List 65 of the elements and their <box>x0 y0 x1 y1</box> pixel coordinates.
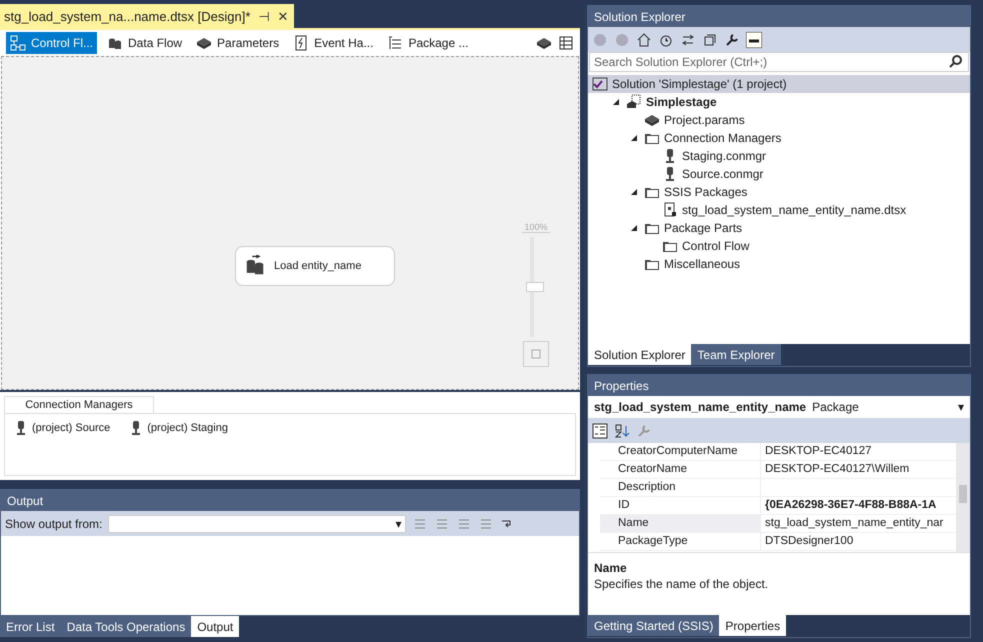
panel-tab[interactable]: Getting Started (SSIS) <box>588 615 720 636</box>
panel-tab[interactable]: Properties <box>719 615 786 636</box>
categorized-icon <box>592 422 608 438</box>
project-icon <box>626 94 642 110</box>
tree-item[interactable]: Solution 'Simplestage' (1 project) <box>588 75 970 93</box>
designer-tab[interactable]: Event Ha... <box>289 32 378 54</box>
designer-tab[interactable]: Parameters <box>192 32 284 54</box>
wrench-icon <box>724 32 740 48</box>
search-field[interactable]: Search Solution Explorer (Ctrl+;) <box>589 52 969 72</box>
panel-title-bar: Properties <box>588 375 970 396</box>
zoom-thumb[interactable] <box>526 282 544 292</box>
fit-view-button[interactable] <box>523 341 549 367</box>
tree-item[interactable]: SSIS Packages <box>588 183 970 201</box>
description-text: Specifies the name of the object. <box>594 577 770 591</box>
panel-tab[interactable]: Data Tools Operations <box>60 616 192 637</box>
close-button[interactable]: ✕ <box>277 8 288 24</box>
designer-tab[interactable]: Control Fl... <box>6 32 98 54</box>
designer-tab[interactable]: Data Flow <box>103 32 186 54</box>
preview-icon <box>746 32 762 48</box>
object-selector[interactable]: stg_load_system_name_entity_name Package ▾ <box>588 396 970 418</box>
tree-item[interactable]: Miscellaneous <box>588 255 970 273</box>
tree-item[interactable]: stg_load_system_name_entity_name.dtsx <box>588 201 970 219</box>
collapse-icon <box>702 32 718 48</box>
panel-tab[interactable]: Solution Explorer <box>588 344 692 365</box>
home-icon <box>636 32 652 48</box>
show-output-label: Show output from: <box>5 516 102 530</box>
box-icon <box>196 35 212 51</box>
box-icon <box>536 35 552 51</box>
panel-title-bar: Solution Explorer <box>588 6 970 27</box>
connection-item[interactable]: (project) Staging <box>128 420 228 436</box>
package-file-icon <box>662 202 678 218</box>
flow-diagram-icon <box>10 35 26 51</box>
sync-icon <box>680 32 696 48</box>
sort-az-icon <box>614 422 630 438</box>
panel-title-bar: Output <box>1 490 579 511</box>
pin-button[interactable]: ⊣ <box>258 8 270 24</box>
output-source-dropdown[interactable]: ▾ <box>108 514 406 532</box>
panel-tab[interactable]: Output <box>191 616 240 637</box>
tree-item[interactable]: Package Parts <box>588 219 970 237</box>
box-icon <box>644 112 660 128</box>
search-icon <box>948 54 964 70</box>
connection-item[interactable]: (project) Source <box>13 420 110 436</box>
tree-item[interactable]: Control Flow <box>588 237 970 255</box>
tree-item[interactable]: Connection Managers <box>588 129 970 147</box>
panel-tab[interactable]: Error List <box>0 616 61 637</box>
scrollbar[interactable] <box>956 443 970 552</box>
description-title: Name <box>594 561 628 575</box>
zoom-label: 100% <box>522 222 550 233</box>
tree-item[interactable]: Project.params <box>588 111 970 129</box>
forward-icon <box>614 32 630 48</box>
task-node[interactable]: Load entity_name <box>235 246 395 286</box>
solution-icon <box>592 76 608 92</box>
connection-managers-tab[interactable]: Connection Managers <box>4 396 154 413</box>
designer-tab[interactable]: Package ... <box>383 32 472 54</box>
document-tab[interactable]: stg_load_system_na...name.dtsx [Design]* ⊣ ✕ <box>0 4 294 28</box>
tree-item[interactable]: Source.conmgr <box>588 165 970 183</box>
panel-tab[interactable]: Team Explorer <box>691 344 781 365</box>
wrench-icon <box>636 422 652 438</box>
outline-list-icon <box>387 35 404 51</box>
back-icon <box>592 32 608 48</box>
event-page-icon <box>293 35 310 51</box>
grid-icon <box>558 35 574 51</box>
tree-item[interactable]: Simplestage <box>588 93 970 111</box>
property-name[interactable]: Name <box>600 515 760 532</box>
tree-item[interactable]: Staging.conmgr <box>588 147 970 165</box>
